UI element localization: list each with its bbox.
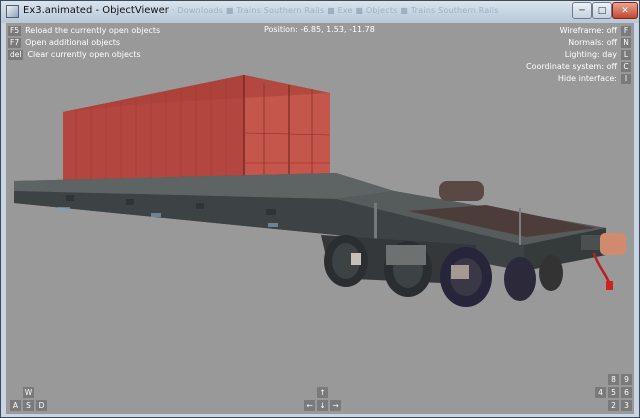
key-reload[interactable]: F5 [8, 26, 22, 36]
minimize-button[interactable]: ─ [572, 2, 592, 19]
background-tabs-text: — · Downloads ■ Trains Southern Rails ■ … [161, 6, 499, 15]
command-reload-label: Reload the currently open objects [25, 26, 161, 35]
command-open[interactable]: F7 Open additional objects [8, 37, 120, 48]
key-lighting[interactable]: L [621, 50, 631, 60]
key-a[interactable]: A [10, 400, 21, 411]
key-normals[interactable]: N [621, 38, 631, 48]
toggle-coordinate-system[interactable]: Coordinate system: off C [526, 61, 631, 72]
toggle-wireframe-label: Wireframe: off [559, 26, 617, 35]
toggle-hide-interface[interactable]: Hide interface: I [558, 73, 631, 84]
key-hide-interface[interactable]: I [621, 74, 631, 84]
key-s[interactable]: S [23, 400, 34, 411]
key-clear[interactable]: del [8, 50, 24, 60]
toggle-coordinate-system-label: Coordinate system: off [526, 62, 617, 71]
toggle-wireframe[interactable]: Wireframe: off F [560, 25, 631, 36]
toggle-lighting[interactable]: Lighting: day L [565, 49, 631, 60]
key-wireframe[interactable]: F [621, 26, 631, 36]
3d-viewport[interactable]: F5 Reload the currently open objects F7 Op… [6, 23, 634, 414]
arrow-up-icon[interactable]: ↑ [317, 387, 328, 398]
numpad-4[interactable]: 4 [595, 387, 606, 398]
numpad-9[interactable]: 9 [621, 374, 632, 385]
close-button[interactable]: ✕ [612, 2, 638, 19]
toggle-hide-interface-label: Hide interface: [557, 74, 617, 83]
command-reload[interactable]: F5 Reload the currently open objects [8, 25, 160, 36]
arrow-down-icon[interactable]: ↓ [317, 400, 328, 411]
numpad-8[interactable]: 8 [608, 374, 619, 385]
app-icon [6, 5, 19, 18]
scene-render [14, 75, 626, 307]
numpad-5[interactable]: 5 [608, 387, 619, 398]
object-viewer-window: Ex3.animated - ObjectViewer — · Download… [0, 0, 640, 418]
close-icon: ✕ [621, 5, 629, 16]
maximize-icon: □ [597, 5, 607, 16]
window-title: Ex3.animated - ObjectViewer [23, 5, 169, 16]
toggle-normals[interactable]: Normals: off N [568, 37, 631, 48]
bogie-rear [321, 235, 492, 307]
arrow-right-icon[interactable]: → [330, 400, 341, 411]
numpad-3[interactable]: 3 [621, 400, 632, 411]
key-coordinate-system[interactable]: C [621, 62, 631, 72]
arrow-left-icon[interactable]: ← [304, 400, 315, 411]
key-open[interactable]: F7 [8, 38, 22, 48]
toggle-normals-label: Normals: off [568, 38, 617, 47]
numpad-6[interactable]: 6 [621, 387, 632, 398]
key-w[interactable]: W [23, 387, 34, 398]
camera-position-readout: Position: -6.85, 1.53, -11.78 [264, 25, 375, 34]
command-clear-label: Clear currently open objects [27, 50, 141, 59]
toggle-lighting-label: Lighting: day [564, 50, 617, 59]
key-d[interactable]: D [36, 400, 47, 411]
command-open-label: Open additional objects [25, 38, 121, 47]
command-clear[interactable]: del Clear currently open objects [8, 49, 141, 60]
title-bar[interactable]: Ex3.animated - ObjectViewer — · Download… [1, 1, 639, 23]
numpad-2[interactable]: 2 [608, 400, 619, 411]
minimize-icon: ─ [579, 5, 585, 16]
maximize-button[interactable]: □ [592, 2, 612, 19]
